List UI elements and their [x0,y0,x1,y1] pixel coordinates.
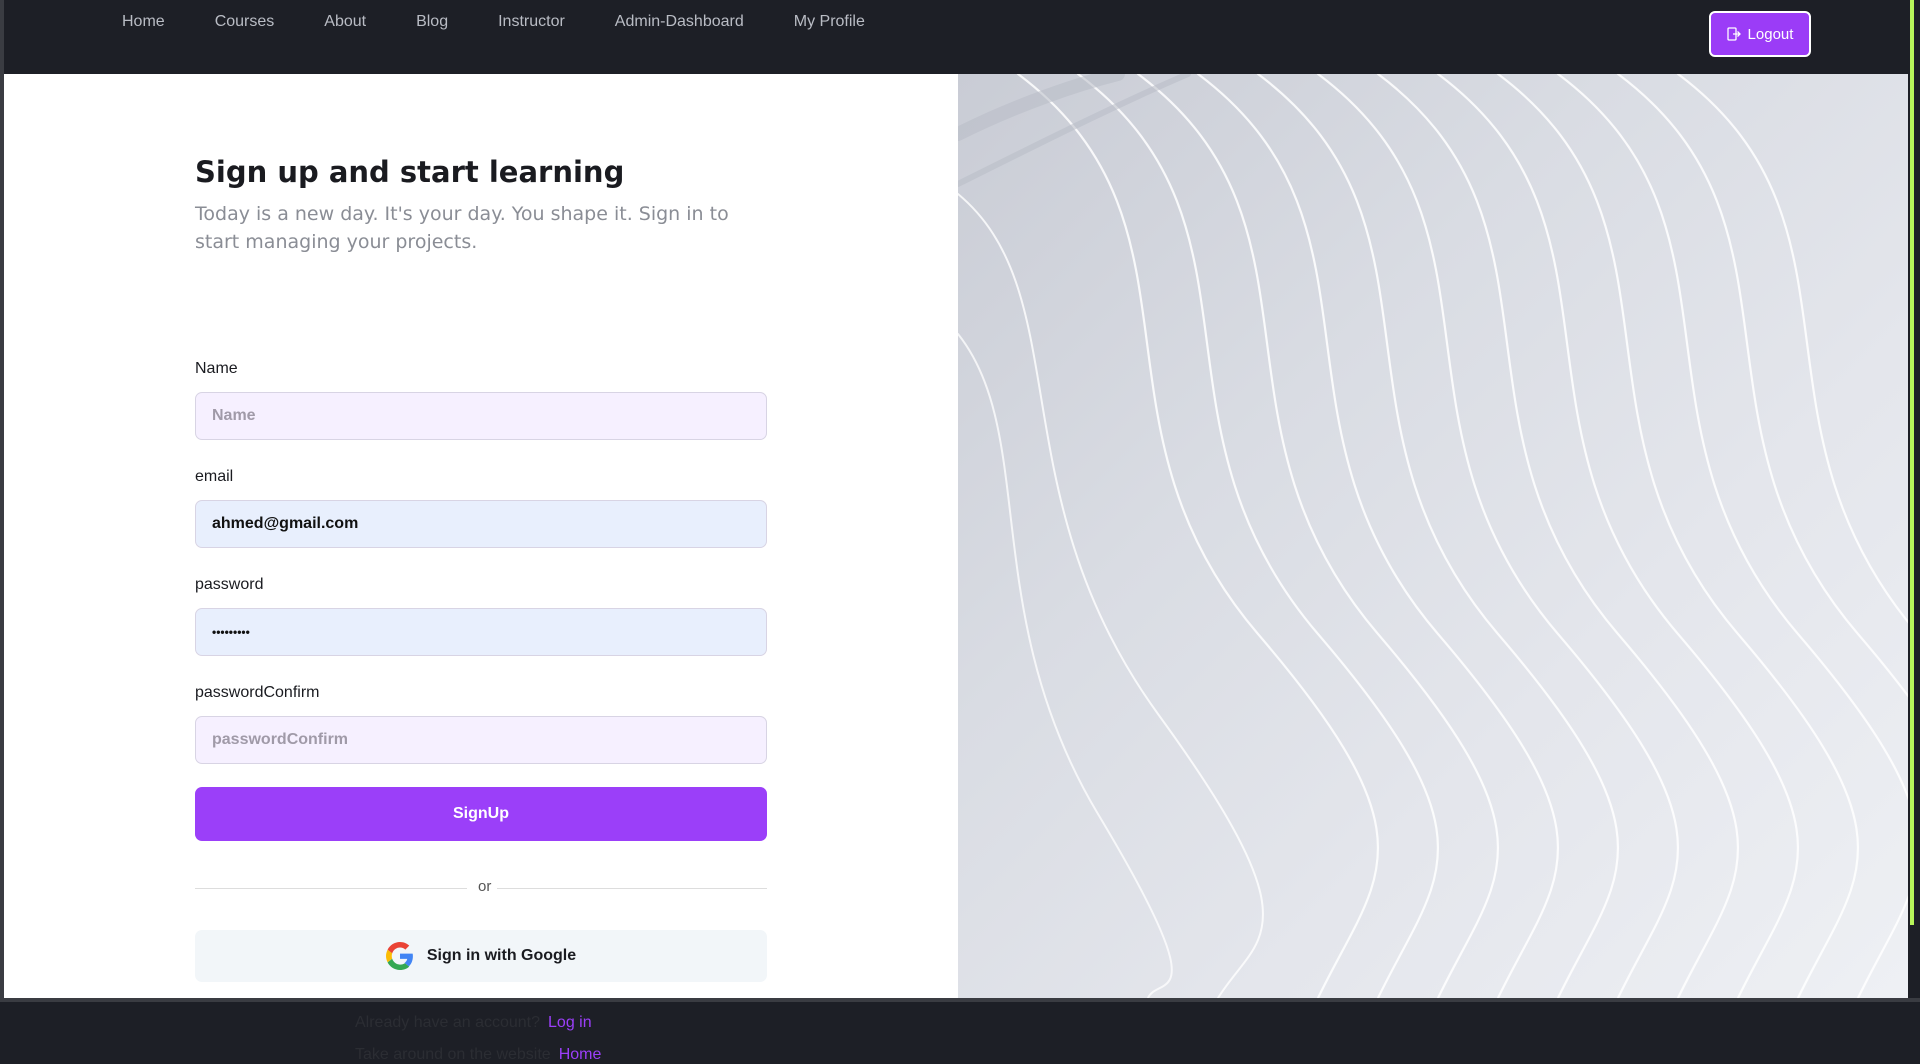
nav-link-blog[interactable]: Blog [416,13,448,31]
hero-image [958,74,1908,998]
password-field-group: password ••••••••• [195,574,767,656]
logout-label: Logout [1747,25,1794,43]
google-signin-button[interactable]: Sign in with Google [195,930,767,982]
name-label: Name [195,360,238,377]
google-g-icon [385,942,413,970]
password-input[interactable]: ••••••••• [195,608,767,656]
tour-prompt: Take around on the website [355,1046,551,1063]
window-bottom-edge [0,998,1920,1002]
window-accent-bar [1910,0,1914,925]
name-input[interactable]: Name [195,392,767,440]
nav-link-admin-dashboard[interactable]: Admin-Dashboard [615,13,744,31]
signup-panel: Sign up and start learning Today is a ne… [4,74,958,1063]
email-label: email [195,468,234,485]
signup-form: Sign up and start learning Today is a ne… [195,152,767,1063]
nav-link-home[interactable]: Home [122,13,165,31]
login-prompt-line: Already have an account? Log in [355,1014,592,1032]
tour-prompt-line: Take around on the website Home [355,1046,601,1064]
nav-link-instructor[interactable]: Instructor [498,13,565,31]
password-confirm-input[interactable]: passwordConfirm [195,716,767,764]
login-link[interactable]: Log in [548,1014,592,1031]
password-confirm-label: passwordConfirm [195,684,320,701]
or-divider: or [195,878,767,898]
name-placeholder: Name [212,407,256,424]
divider-line-right [497,888,767,889]
signup-label: SignUp [453,805,509,822]
password-confirm-placeholder: passwordConfirm [212,731,349,748]
page-subtitle: Today is a new day. It's your day. You s… [195,203,729,253]
password-confirm-field-group: passwordConfirm passwordConfirm [195,682,767,764]
signup-button[interactable]: SignUp [195,787,767,841]
login-prompt: Already have an account? [355,1014,541,1031]
email-input[interactable]: ahmed@gmail.com [195,500,767,548]
name-field-group: Name Name [195,358,767,440]
password-label: password [195,576,264,593]
nav-link-courses[interactable]: Courses [215,13,275,31]
divider-line-left [195,888,467,889]
nav-links: Home Courses About Blog Instructor Admin… [122,0,915,44]
email-field-group: email ahmed@gmail.com [195,466,767,548]
email-value: ahmed@gmail.com [212,515,359,532]
google-signin-label: Sign in with Google [426,947,577,964]
logout-button[interactable]: Logout [1709,11,1811,57]
home-link[interactable]: Home [559,1046,602,1063]
app-window: Home Courses About Blog Instructor Admin… [0,0,1920,1063]
logout-icon [1726,27,1741,41]
abstract-waves-image [958,74,1908,998]
nav-link-my-profile[interactable]: My Profile [794,13,865,31]
top-navbar: Home Courses About Blog Instructor Admin… [4,0,1910,74]
password-value: ••••••••• [212,625,250,639]
nav-link-about[interactable]: About [324,13,366,31]
page-title: Sign up and start learning [195,155,625,189]
divider-text: or [478,878,492,895]
